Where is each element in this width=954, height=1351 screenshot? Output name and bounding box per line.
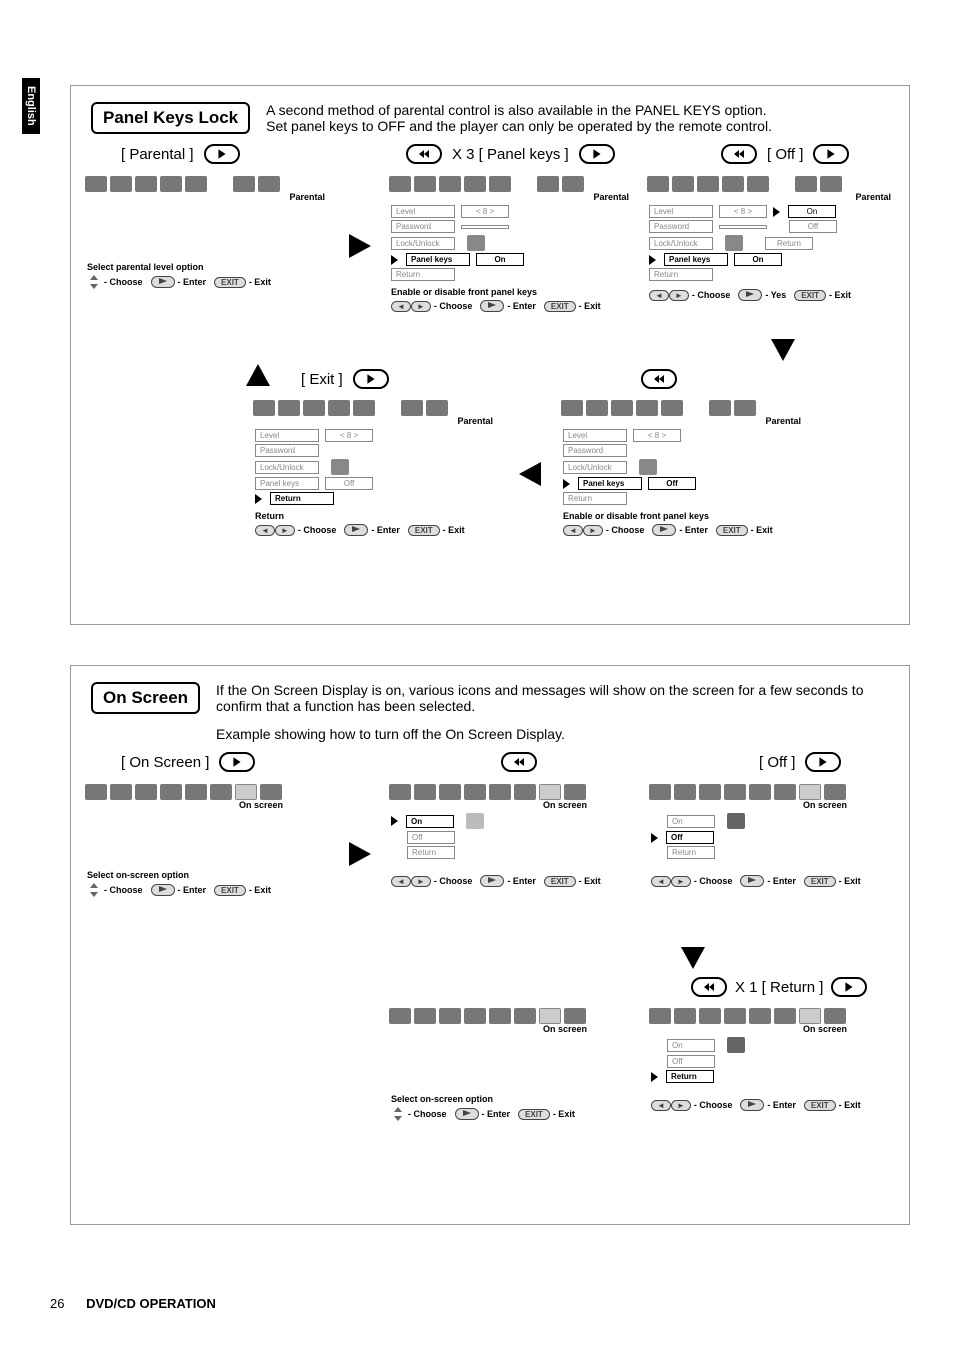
panel-subtitle: Parental — [247, 416, 507, 426]
osd-panel-parental-return: Parental Level< 8 > Password Lock/Unlock… — [247, 396, 507, 536]
rewind-icon[interactable] — [406, 144, 442, 164]
osd-panel-onscreen-2: On screen On Off Return ◄►- Choose - Ent… — [383, 780, 643, 920]
panel-subtitle: On screen — [383, 1024, 643, 1034]
ctrl-bar: ◄►- Choose - Enter EXIT- Exit — [643, 861, 903, 893]
lock-icon — [331, 459, 349, 475]
rewind-icon[interactable] — [691, 977, 727, 997]
footer-title: DVD/CD OPERATION — [86, 1296, 216, 1311]
osd-panel-onscreen-3: On screen On Off Return ◄►- Choose - Ent… — [643, 780, 903, 920]
panel-subtitle: On screen — [79, 800, 339, 810]
play-icon[interactable] — [204, 144, 240, 164]
panel-keys-lock-section: Panel Keys Lock A second method of paren… — [70, 85, 910, 625]
flow-arrow-down-icon — [771, 339, 795, 361]
hint-text: Enable or disable front panel keys — [555, 507, 815, 522]
ctrl-bar: - Choose - Enter EXIT- Exit — [79, 881, 339, 903]
panel-subtitle: Parental — [79, 192, 339, 202]
pointer-icon — [651, 833, 658, 843]
osd-panel-onscreen-final: On screen Select on-screen option - Choo… — [383, 1004, 643, 1144]
section1-desc-line1: A second method of parental control is a… — [266, 102, 772, 118]
panel-subtitle: On screen — [383, 800, 643, 810]
section1-desc-line2: Set panel keys to OFF and the player can… — [266, 118, 772, 134]
osd-icons — [555, 396, 815, 418]
flow-arrow-left-icon — [519, 462, 541, 486]
on-screen-section: On Screen If the On Screen Display is on… — [70, 665, 910, 1225]
play-icon[interactable] — [805, 752, 841, 772]
language-tab: English — [22, 78, 40, 134]
section2-desc-line1: If the On Screen Display is on, various … — [216, 682, 889, 714]
ctrl-bar: ◄►- Choose - Enter EXIT- Exit — [383, 861, 643, 893]
ctrl-bar: ◄►- Choose - Enter EXIT- Exit — [643, 1085, 903, 1117]
osd-icons — [641, 172, 905, 194]
hint-text: Enable or disable front panel keys — [383, 283, 643, 298]
section2-desc-line2: Example showing how to turn off the On S… — [216, 726, 889, 742]
hint-text: Select on-screen option — [79, 866, 339, 881]
osd-panel-parental-3: Parental Level< 8 >On PasswordOff Lock/U… — [641, 172, 905, 312]
hint-text: Select parental level option — [79, 258, 339, 273]
pointer-icon — [773, 207, 780, 217]
flow-arrow-up-icon — [246, 364, 270, 386]
lock-icon — [467, 235, 485, 251]
osd-icons — [79, 780, 339, 802]
osd-panel-parental-2: Parental Level< 8 > Password Lock/Unlock… — [383, 172, 643, 312]
flow-arrow-down-icon — [681, 947, 705, 969]
ctrl-bar: ◄►- Choose - Enter EXIT- Exit — [383, 298, 643, 318]
play-icon[interactable] — [353, 369, 389, 389]
osd-panel-parental-off: Parental Level< 8 > Password Lock/Unlock… — [555, 396, 815, 536]
ctrl-bar: - Choose - Enter EXIT- Exit — [383, 1105, 643, 1127]
play-icon[interactable] — [219, 752, 255, 772]
pointer-icon — [651, 1072, 658, 1082]
page-footer: 26 DVD/CD OPERATION — [50, 1296, 216, 1311]
osd-panel-onscreen-return: On screen On Off Return ◄►- Choose - Ent… — [643, 1004, 903, 1144]
panel-subtitle: On screen — [643, 800, 903, 810]
play-icon[interactable] — [831, 977, 867, 997]
rewind-icon[interactable] — [721, 144, 757, 164]
rewind-icon[interactable] — [501, 752, 537, 772]
label-x1-return: X 1 [ Return ] — [735, 979, 823, 996]
label-x3-panelkeys: X 3 [ Panel keys ] — [452, 146, 569, 163]
pointer-icon — [391, 255, 398, 265]
panel-subtitle: Parental — [555, 416, 815, 426]
rewind-icon[interactable] — [641, 369, 677, 389]
trash-icon — [727, 813, 745, 829]
hint-text: Return — [247, 507, 507, 522]
label-off2: [ Off ] — [759, 754, 795, 771]
osd-icons — [247, 396, 507, 418]
panel-subtitle: Parental — [383, 192, 643, 202]
osd-panel-onscreen-1: On screen Select on-screen option - Choo… — [79, 780, 339, 920]
pointer-icon — [391, 816, 398, 826]
section-title-panel-keys: Panel Keys Lock — [91, 102, 250, 134]
play-icon[interactable] — [579, 144, 615, 164]
hint-text: Select on-screen option — [383, 1090, 643, 1105]
label-off: [ Off ] — [767, 146, 803, 163]
ctrl-bar: ◄►- Choose - Enter EXIT- Exit — [555, 522, 815, 542]
label-on-screen: [ On Screen ] — [121, 754, 209, 771]
osd-icons — [383, 172, 643, 194]
label-parental: [ Parental ] — [121, 146, 194, 163]
flow-arrow-right-icon — [349, 842, 371, 866]
section-title-on-screen: On Screen — [91, 682, 200, 714]
osd-icons — [643, 1004, 903, 1026]
osd-panel-parental-1: Parental Select parental level option - … — [79, 172, 339, 312]
pointer-icon — [255, 494, 262, 504]
label-exit: [ Exit ] — [301, 371, 343, 388]
trash-icon — [727, 1037, 745, 1053]
osd-icons — [383, 1004, 643, 1026]
ctrl-bar: ◄►- Choose - Enter EXIT- Exit — [247, 522, 507, 542]
osd-icons — [383, 780, 643, 802]
panel-subtitle: On screen — [643, 1024, 903, 1034]
osd-icons — [79, 172, 339, 194]
osd-icons — [643, 780, 903, 802]
lock-icon — [725, 235, 743, 251]
ctrl-bar: - Choose - Enter EXIT- Exit — [79, 273, 339, 295]
play-icon[interactable] — [813, 144, 849, 164]
pointer-icon — [563, 479, 570, 489]
page-number: 26 — [50, 1296, 64, 1311]
flow-arrow-right-icon — [349, 234, 371, 258]
pointer-icon — [649, 255, 656, 265]
lock-icon — [639, 459, 657, 475]
gear-icon — [466, 813, 484, 829]
ctrl-bar: ◄►- Choose - Yes EXIT- Exit — [641, 283, 905, 307]
panel-subtitle: Parental — [641, 192, 905, 202]
